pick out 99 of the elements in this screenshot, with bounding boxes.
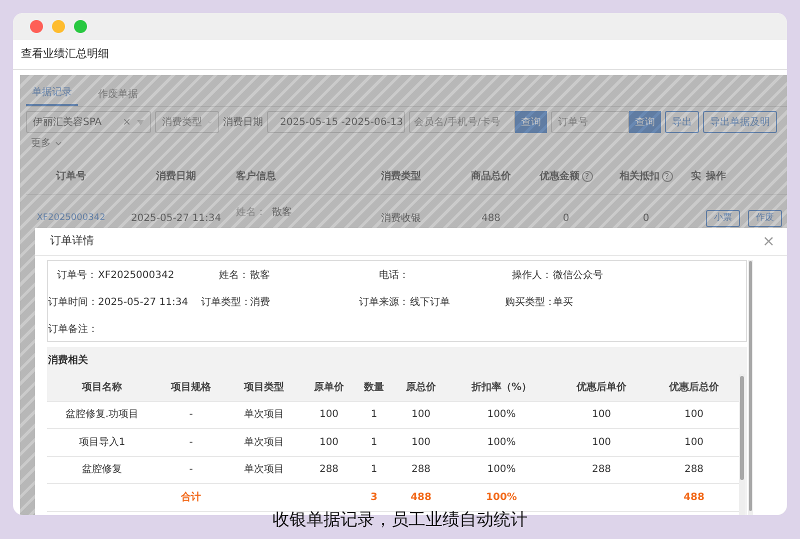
table-cell-text: 488 bbox=[480, 212, 502, 226]
field-label: 姓名： bbox=[218, 269, 249, 283]
table-cell: 100 bbox=[393, 429, 449, 456]
table-cell: 1 bbox=[355, 402, 393, 429]
help-icon[interactable]: ? bbox=[662, 171, 672, 182]
table-cell: 100% bbox=[449, 402, 554, 429]
field-value: 2025-05-27 11:34 bbox=[97, 296, 190, 310]
table-cell: 100% bbox=[449, 456, 554, 484]
column-header: 优惠后单价 bbox=[554, 374, 649, 402]
field-value: 线下订单 bbox=[409, 296, 451, 310]
table-cell-text: 0 bbox=[562, 212, 570, 226]
scrollbar[interactable] bbox=[748, 260, 753, 515]
table-cell-text: 姓名： bbox=[236, 206, 266, 220]
column-header: 项目规格 bbox=[157, 374, 225, 402]
table-cell: 288 bbox=[303, 456, 355, 484]
window-control-icon[interactable] bbox=[52, 20, 65, 33]
chevron-icon bbox=[55, 141, 62, 146]
export-button[interactable]: 导出 bbox=[665, 111, 699, 133]
modal-title: 订单详情 bbox=[50, 233, 94, 250]
table-cell: 100 bbox=[554, 429, 649, 456]
help-icon[interactable]: ? bbox=[582, 171, 592, 182]
tab[interactable]: 作废单据 bbox=[92, 87, 144, 106]
column-header: 客户信息 bbox=[236, 159, 346, 195]
clear-icon[interactable]: × bbox=[122, 114, 131, 130]
table-cell: 单次项目 bbox=[225, 429, 303, 456]
window-control-icon[interactable] bbox=[74, 20, 87, 33]
column-header: 消费日期 bbox=[116, 159, 236, 195]
column-header: 数量 bbox=[355, 374, 393, 402]
table-cell-text: 消费收银 bbox=[380, 212, 422, 226]
caret-icon bbox=[137, 120, 144, 124]
table-cell: 100 bbox=[554, 402, 649, 429]
action-button[interactable]: 小票 bbox=[706, 210, 740, 228]
store-select[interactable]: 伊丽汇美容SPA × bbox=[26, 111, 151, 133]
table-cell: 盆腔修复.功项目 bbox=[47, 402, 157, 429]
window-title: 查看业绩汇总明细 bbox=[13, 40, 787, 70]
date-range-field[interactable]: 2025-05-15 -2025-06-13 bbox=[267, 111, 405, 133]
field-label: 订单类型： bbox=[201, 296, 249, 310]
column-header: 项目名称 bbox=[47, 374, 157, 402]
type-select[interactable]: 消费类型 bbox=[155, 111, 219, 133]
search-button[interactable]: 查询 bbox=[515, 111, 547, 133]
export-button[interactable]: 导出单据及明 bbox=[703, 111, 777, 133]
table-cell: 项目导入1 bbox=[47, 429, 157, 456]
section-title: 消费相关 bbox=[47, 354, 89, 368]
table-cell: 单次项目 bbox=[225, 456, 303, 484]
table-cell: - bbox=[157, 429, 225, 456]
order-search-field[interactable]: 订单号 bbox=[551, 111, 629, 133]
table-cell: 100 bbox=[393, 402, 449, 429]
column-header: 消费类型 bbox=[346, 159, 456, 195]
tab[interactable]: 单据记录 bbox=[26, 85, 78, 106]
close-button[interactable]: × bbox=[762, 234, 775, 249]
field-label: 电话： bbox=[378, 268, 409, 283]
field-label: 订单号： bbox=[56, 268, 97, 283]
field-label: 购买类型： bbox=[505, 296, 552, 310]
table-cell: 100 bbox=[303, 429, 355, 456]
field-label: 订单时间： bbox=[48, 296, 97, 310]
table-cell: 单次项目 bbox=[225, 402, 303, 429]
total-cell: 合计 bbox=[157, 484, 225, 512]
caption-text: 收银单据记录，员工业绩自动统计 bbox=[272, 509, 528, 532]
table-cell: - bbox=[157, 402, 225, 429]
field-label: 订单备注： bbox=[48, 322, 97, 337]
field-value: 散客 bbox=[249, 268, 271, 283]
column-header: 原总价 bbox=[393, 374, 449, 402]
column-header: 实 bbox=[686, 159, 706, 195]
total-cell: 488 bbox=[393, 484, 449, 512]
action-button[interactable]: 作废 bbox=[748, 210, 782, 228]
table-cell: 100 bbox=[303, 402, 355, 429]
more-toggle[interactable]: 更多 bbox=[31, 136, 62, 151]
field-value: 微信公众号 bbox=[552, 269, 604, 283]
scrollbar[interactable] bbox=[739, 374, 745, 515]
table-cell-text: 2025-05-27 11:34 bbox=[130, 212, 222, 226]
column-header: 项目类型 bbox=[225, 374, 303, 402]
table-cell: 100% bbox=[449, 429, 554, 456]
table-cell-text: 0 bbox=[642, 212, 650, 226]
window-control-icon[interactable] bbox=[30, 20, 43, 33]
table-cell: 1 bbox=[355, 456, 393, 484]
member-search-field[interactable]: 会员名/手机号/卡号 bbox=[409, 111, 515, 133]
table-cell: - bbox=[157, 456, 225, 484]
table-cell: 盆腔修复 bbox=[47, 456, 157, 484]
field-value: XF2025000342 bbox=[97, 269, 176, 283]
column-header: 订单号 bbox=[26, 159, 116, 195]
column-header: 商品总价 bbox=[456, 159, 526, 195]
column-header: 原单价 bbox=[303, 374, 355, 402]
field-value: 单买 bbox=[552, 296, 574, 310]
column-header: 优惠金额 ? bbox=[526, 159, 606, 195]
column-header: 相关抵扣 ? bbox=[606, 159, 686, 195]
table-cell: 288 bbox=[554, 456, 649, 484]
table-cell: 288 bbox=[393, 456, 449, 484]
column-header: 操作 bbox=[706, 159, 787, 195]
field-label: 操作人： bbox=[511, 269, 552, 283]
total-cell: 3 bbox=[355, 484, 393, 512]
search-button[interactable]: 查询 bbox=[629, 111, 661, 133]
field-label: 订单来源： bbox=[358, 296, 409, 310]
date-label: 消费日期 bbox=[223, 116, 263, 130]
column-header: 折扣率（%） bbox=[449, 374, 554, 402]
table-cell: 1 bbox=[355, 429, 393, 456]
table-cell-text: 散客 bbox=[272, 206, 292, 220]
column-header: 优惠后总价 bbox=[649, 374, 739, 402]
field-value: 消费 bbox=[249, 296, 271, 310]
total-cell: 100% bbox=[449, 484, 554, 512]
